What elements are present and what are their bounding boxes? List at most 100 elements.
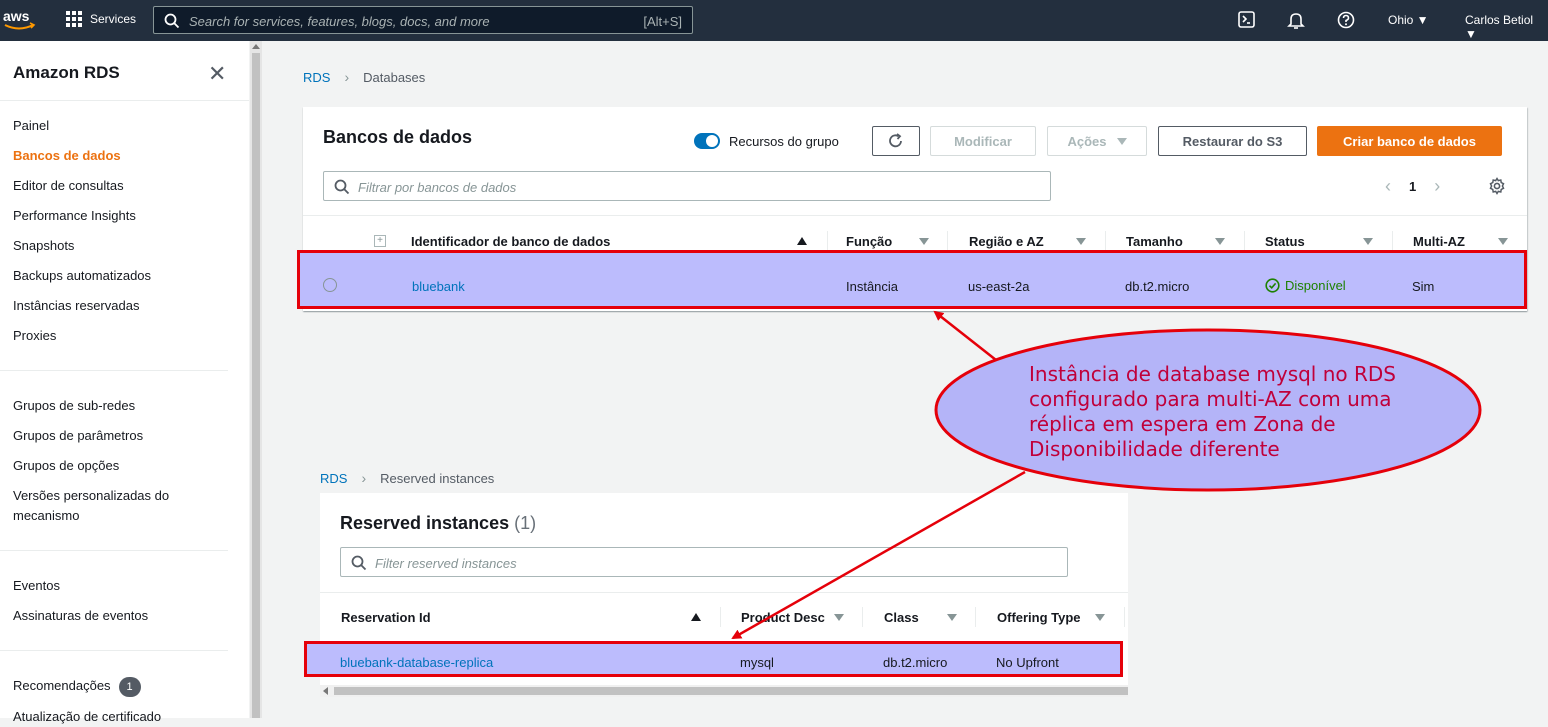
scrollbar-thumb[interactable] [334,687,1128,695]
search-shortcut: [Alt+S] [643,14,682,29]
breadcrumb: RDS › Databases [303,69,425,85]
column-header-product-desc[interactable]: Product Desc [741,610,825,625]
bell-icon[interactable] [1287,11,1305,29]
user-menu[interactable]: Carlos Betiol ▼ [1465,13,1548,41]
column-header-status[interactable]: Status [1265,234,1305,249]
sort-ascending-icon[interactable] [797,237,807,245]
databases-title: Bancos de dados [323,127,473,147]
region-selector[interactable]: Ohio ▼ [1388,13,1429,27]
global-search-input[interactable]: Search for services, features, blogs, do… [153,6,693,34]
group-resources-label: Recursos do grupo [729,134,839,149]
sidebar-item-instancias-reservadas[interactable]: Instâncias reservadas [13,296,233,316]
sidebar-item-backups-automatizados[interactable]: Backups automatizados [13,266,233,286]
chevron-right-icon[interactable]: › [1434,176,1440,197]
scrollbar-thumb[interactable] [252,53,260,718]
annotation-arrow [933,310,997,361]
close-icon[interactable]: ✕ [208,61,226,87]
column-header-identifier[interactable]: Identificador de banco de dados [411,234,610,249]
reserved-title-text: Reserved instances [340,513,510,533]
actions-button[interactable]: Ações [1047,126,1147,156]
restore-from-s3-button[interactable]: Restaurar do S3 [1158,126,1307,156]
sidebar-item-recomendacoes[interactable]: Recomendações 1 [13,676,233,697]
column-header-size[interactable]: Tamanho [1126,234,1183,249]
cloudshell-icon[interactable] [1238,11,1255,28]
column-separator [1244,231,1245,251]
reserved-title: Reserved instances (1) [340,513,536,534]
sidebar-divider [0,370,228,371]
databases-filter-input[interactable]: Filtrar por bancos de dados [323,171,1051,201]
refresh-button[interactable] [872,126,920,156]
sort-icon[interactable] [1095,614,1105,621]
sidebar-item-grupos-de-parametros[interactable]: Grupos de parâmetros [13,426,233,446]
recomendacoes-label: Recomendações [13,678,111,693]
sidebar-item-assinaturas-de-eventos[interactable]: Assinaturas de eventos [13,606,233,626]
sidebar-item-bancos-de-dados[interactable]: Bancos de dados [13,146,233,166]
services-label: Services [90,12,137,26]
scroll-up-arrow-icon[interactable] [252,44,260,49]
global-search-placeholder: Search for services, features, blogs, do… [189,14,490,29]
sort-icon[interactable] [1498,238,1508,245]
sidebar-item-atualizacao-de-certificado[interactable]: Atualização de certificado [13,707,233,727]
sidebar-item-editor-de-consultas[interactable]: Editor de consultas [13,176,233,196]
create-database-button[interactable]: Criar banco de dados [1317,126,1502,156]
search-icon [351,555,367,571]
table-header-border [303,215,1527,216]
current-page[interactable]: 1 [1409,179,1416,194]
sidebar-item-eventos[interactable]: Eventos [13,576,233,596]
help-icon[interactable] [1337,11,1355,29]
sidebar-item-snapshots[interactable]: Snapshots [13,236,233,256]
sort-icon[interactable] [1363,238,1373,245]
reserved-count: (1) [514,513,537,533]
sidebar-item-grupos-de-opcoes[interactable]: Grupos de opções [13,456,233,476]
breadcrumb-rds-link[interactable]: RDS [320,471,347,486]
sidebar-divider [0,550,228,551]
column-separator [947,231,948,251]
column-header-class[interactable]: Class [884,610,919,625]
breadcrumb-rds-link[interactable]: RDS [303,70,330,85]
column-header-multi-az[interactable]: Multi-AZ [1413,234,1465,249]
chevron-left-icon[interactable]: ‹ [1385,176,1391,197]
sort-icon[interactable] [947,614,957,621]
sidebar: Amazon RDS ✕ Painel Bancos de dados Edit… [0,41,249,724]
column-header-offering-type[interactable]: Offering Type [997,610,1081,625]
modify-button[interactable]: Modificar [930,126,1036,156]
sidebar-item-proxies[interactable]: Proxies [13,326,233,346]
sidebar-item-painel[interactable]: Painel [13,116,233,136]
highlight-box [304,641,1123,677]
gear-icon[interactable] [1488,177,1506,195]
sidebar-item-versoes-personalizadas[interactable]: Versões personalizadas do mecanismo [13,486,203,526]
sidebar-scrollbar[interactable] [250,41,262,718]
sidebar-title: Amazon RDS [13,63,120,82]
sort-icon[interactable] [834,614,844,621]
breadcrumb-current: Databases [363,69,426,85]
annotation-callout-text: Instância de database mysql no RDS confi… [1029,362,1396,461]
expand-all-icon[interactable]: + [374,235,386,247]
column-separator [1105,231,1106,251]
column-separator [975,607,976,627]
horizontal-scrollbar[interactable] [320,685,1128,697]
reserved-filter-input[interactable]: Filter reserved instances [340,547,1068,577]
sidebar-item-grupos-de-sub-redes[interactable]: Grupos de sub-redes [13,396,233,416]
scroll-left-arrow-icon[interactable] [323,687,328,695]
services-menu-button[interactable]: Services [66,11,136,27]
refresh-icon [889,133,902,148]
column-header-reservation-id[interactable]: Reservation Id [341,610,431,625]
sort-icon[interactable] [1076,238,1086,245]
table-header-border [320,592,1128,593]
breadcrumb: RDS › Reserved instances [320,470,494,486]
sidebar-divider [0,650,228,651]
actions-label: Ações [1067,133,1107,149]
aws-logo[interactable]: aws [2,6,36,34]
column-header-region-az[interactable]: Região e AZ [969,234,1044,249]
sort-icon[interactable] [1215,238,1225,245]
databases-filter-placeholder: Filtrar por bancos de dados [358,180,517,195]
sidebar-item-performance-insights[interactable]: Performance Insights [13,206,233,226]
column-separator [827,231,828,251]
reserved-filter-placeholder: Filter reserved instances [375,556,517,571]
group-resources-toggle[interactable] [694,133,720,149]
column-separator [1392,231,1393,251]
sort-ascending-icon[interactable] [691,613,701,621]
column-header-role[interactable]: Função [846,234,892,249]
sort-icon[interactable] [919,238,929,245]
column-separator [862,607,863,627]
